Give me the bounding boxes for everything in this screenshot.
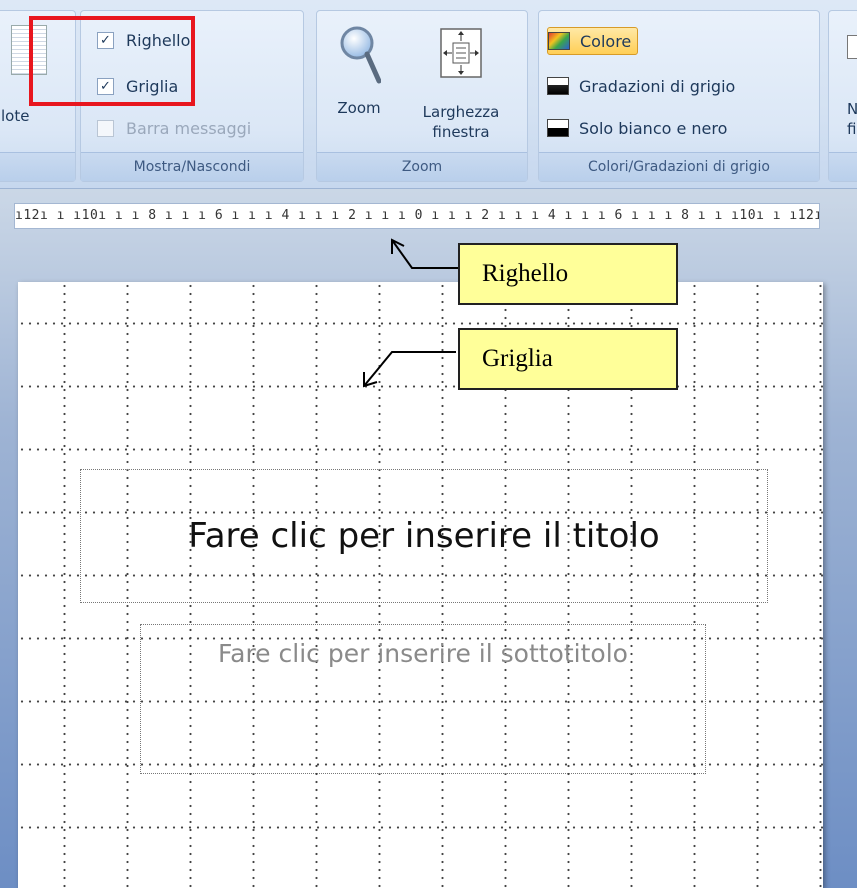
callout-arrows bbox=[363, 238, 458, 388]
ruler-callout: Righello bbox=[458, 243, 678, 305]
ruler-callout-text: Righello bbox=[482, 260, 569, 287]
grid-callout: Griglia bbox=[458, 328, 678, 390]
grid-callout-text: Griglia bbox=[482, 345, 553, 372]
grid-callout-arrow bbox=[363, 351, 456, 387]
